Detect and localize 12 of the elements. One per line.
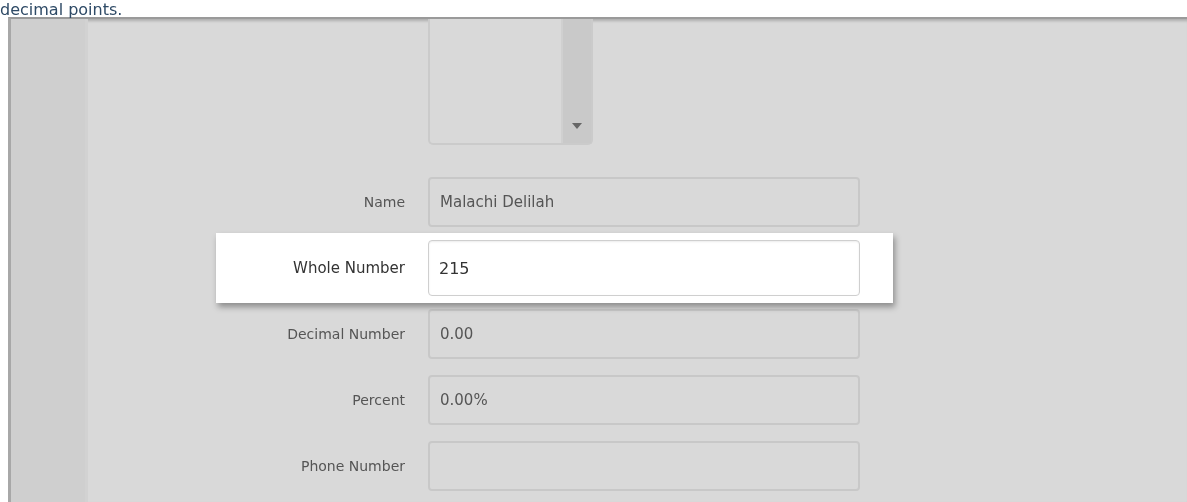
input-field[interactable]: 0.00% — [428, 375, 860, 425]
scrollbar[interactable] — [561, 19, 591, 143]
field-label: Name — [362, 194, 405, 210]
dropdown-arrow-icon[interactable] — [572, 123, 582, 129]
field-label: Percent — [351, 392, 405, 408]
input-field[interactable]: Malachi Delilah — [428, 177, 860, 227]
intro-text: decimal points. — [0, 1, 123, 18]
field-label: Phone Number — [299, 458, 405, 474]
input-field[interactable]: 0.00 — [428, 309, 860, 359]
field-label: Decimal Number — [286, 326, 405, 342]
input-field[interactable]: 215 — [428, 240, 860, 296]
field-label: Whole Number — [292, 259, 405, 277]
